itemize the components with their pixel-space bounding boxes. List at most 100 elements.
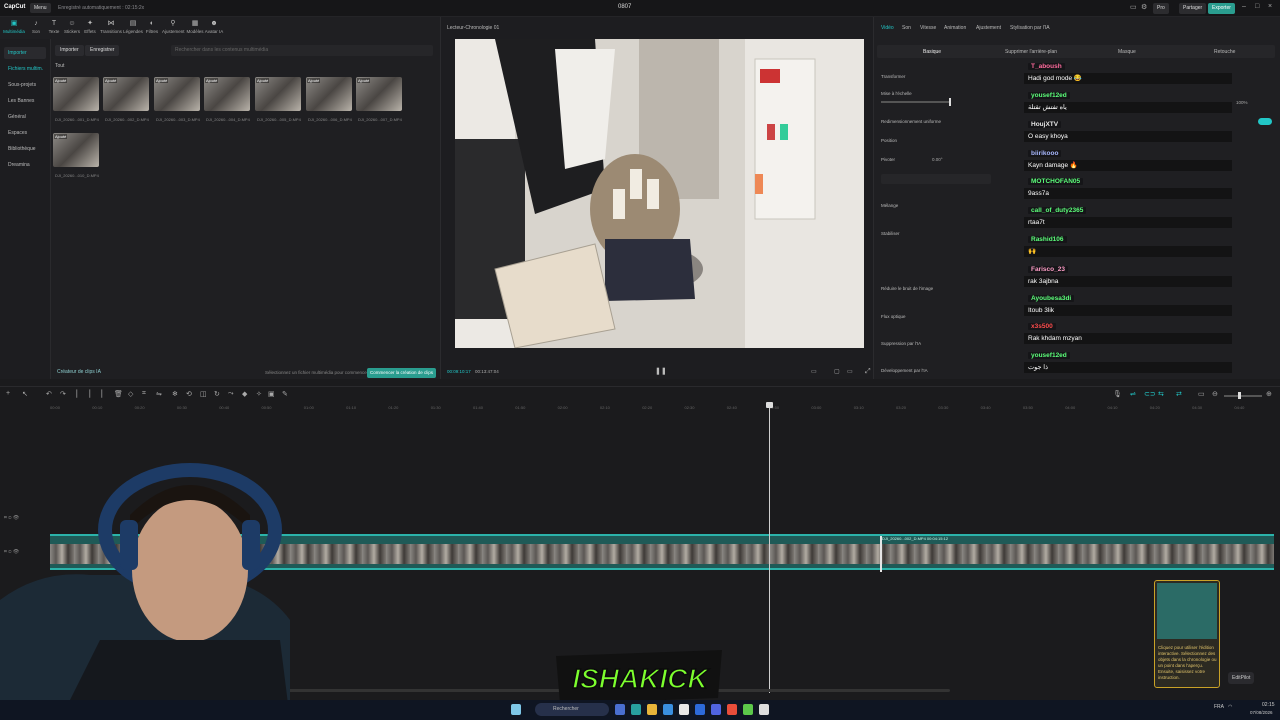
undo-icon[interactable]: ↶ — [46, 390, 52, 398]
ratio-icon[interactable]: ▭ — [811, 368, 817, 375]
tool-transitions[interactable]: ⋈ Transitions — [100, 19, 122, 34]
zoom-out-icon[interactable]: ⊖ — [1212, 390, 1218, 398]
tab-animation[interactable]: Animation — [944, 25, 966, 31]
wifi-icon[interactable]: ◠ — [1228, 704, 1232, 710]
sidebar-item-banks[interactable]: Les Bannes — [4, 95, 46, 107]
media-thumb[interactable]: Ajouté — [255, 77, 301, 111]
tool-effects[interactable]: ✦ Effets — [79, 19, 101, 34]
notepad-icon[interactable] — [679, 704, 689, 715]
chrome-icon[interactable] — [727, 704, 737, 715]
menu-button[interactable]: Menu — [30, 3, 51, 13]
speed-icon[interactable]: ⤳ — [228, 390, 234, 398]
tool-media[interactable]: ▣ Multimédia — [3, 19, 25, 34]
export-button[interactable]: Exporter — [1208, 3, 1235, 14]
redo-icon[interactable]: ↷ — [60, 390, 66, 398]
magnet-icon[interactable]: ⊂⊃ — [1144, 390, 1156, 398]
app2-icon[interactable] — [711, 704, 721, 715]
app-icon[interactable] — [663, 704, 673, 715]
taskbar-search[interactable]: Rechercher — [535, 703, 609, 716]
ratio-select-icon[interactable]: ▭ — [847, 368, 853, 375]
play-icon[interactable] — [743, 704, 753, 715]
freeze-icon[interactable]: ❄ — [172, 390, 178, 398]
scale-slider-handle[interactable] — [949, 98, 951, 106]
preview-axis-icon[interactable]: ⇆ — [1158, 390, 1164, 398]
playhead-handle[interactable] — [766, 402, 773, 408]
subtab-mask[interactable]: Masque — [1118, 47, 1136, 57]
zoom-fit-icon[interactable]: ⊕ — [1266, 390, 1272, 398]
snap-icon[interactable]: ⇄ — [1176, 390, 1182, 398]
interactive-edit-panel[interactable]: Cliquez pour utiliser l'édition interact… — [1154, 580, 1220, 688]
sidebar-item-general[interactable]: Général — [4, 111, 46, 123]
tab-video[interactable]: Vidéo — [881, 25, 894, 31]
task-view-icon[interactable] — [615, 704, 625, 715]
tool-filters[interactable]: ◐ Filtres — [141, 19, 163, 34]
media-thumb[interactable]: Ajouté — [204, 77, 250, 111]
alignment-bar[interactable] — [881, 174, 991, 184]
video-preview[interactable] — [455, 39, 864, 348]
folder-icon[interactable] — [647, 704, 657, 715]
share-button[interactable]: Partager — [1179, 3, 1207, 14]
start-clip-creation-button[interactable]: Commencer la création de clips — [367, 368, 437, 378]
tab-ai-stylize[interactable]: Stylisation par l'IA — [1010, 25, 1050, 31]
media-thumb[interactable]: Ajouté — [53, 77, 99, 111]
scale-value[interactable]: 100% — [1236, 100, 1248, 105]
language-indicator[interactable]: FRA — [1214, 704, 1224, 710]
ai-tool-icon[interactable]: ▣ — [268, 390, 275, 398]
media-thumb[interactable]: Ajouté — [356, 77, 402, 111]
pause-icon[interactable]: ❚❚ — [655, 367, 667, 375]
uniform-scale-toggle[interactable] — [1258, 118, 1272, 125]
subtab-remove-bg[interactable]: Supprimer l'arrière-plan — [1005, 47, 1057, 57]
subtab-basic[interactable]: Basique — [923, 47, 941, 57]
clock-date[interactable]: 07/08/2026 — [1250, 710, 1273, 715]
rotate-value[interactable]: 0.00° — [932, 157, 943, 162]
sidebar-item-dreamina[interactable]: Dreamina — [4, 159, 46, 171]
magic-icon[interactable]: ✎ — [282, 390, 288, 398]
media-thumb[interactable]: Ajouté — [53, 133, 99, 167]
sidebar-item-subprojects[interactable]: Sous-projets — [4, 79, 46, 91]
mic-icon[interactable]: 🎙 — [1113, 390, 1122, 398]
flip-icon[interactable]: ⇋ — [156, 390, 162, 398]
tab-speed[interactable]: Vitesse — [920, 25, 936, 31]
settings-icon[interactable]: ⚙ — [1141, 3, 1147, 11]
select-tool-icon[interactable]: ↖ — [22, 390, 28, 398]
media-thumb[interactable]: Ajouté — [306, 77, 352, 111]
subtab-retouch[interactable]: Retouche — [1214, 47, 1235, 57]
reverse-icon[interactable]: ⟲ — [186, 390, 192, 398]
maximize-icon[interactable]: □ — [1255, 3, 1259, 10]
add-icon[interactable]: + — [6, 390, 10, 397]
tool-adjust[interactable]: ⚲ Ajustement — [162, 19, 185, 34]
editpilot-button[interactable]: EditPilot — [1228, 672, 1255, 684]
import-button[interactable]: Importer — [55, 45, 84, 56]
zoom-slider[interactable] — [1224, 392, 1262, 399]
pro-button[interactable]: Pro — [1153, 3, 1169, 14]
chat-bubble-icon[interactable]: ▭ — [1198, 390, 1205, 398]
clock-time[interactable]: 02:15 — [1262, 702, 1275, 708]
split-right-icon[interactable]: ⎮ — [100, 390, 104, 398]
scale-slider[interactable] — [881, 98, 951, 106]
shield-icon[interactable]: ◇ — [128, 390, 133, 398]
media-thumb[interactable]: Ajouté — [103, 77, 149, 111]
sidebar-item-library[interactable]: Bibliothèque — [4, 143, 46, 155]
split-icon[interactable]: ⎮ — [75, 390, 79, 398]
edge-icon[interactable] — [631, 704, 641, 715]
tab-adjustment[interactable]: Ajustement — [976, 25, 1001, 31]
mirror-icon[interactable]: ◫ — [200, 390, 207, 398]
sidebar-item-media-files[interactable]: Fichiers multim. — [4, 63, 46, 75]
minimize-icon[interactable]: – — [1242, 3, 1246, 10]
capcut-icon[interactable] — [759, 704, 769, 715]
crop-tool-icon[interactable]: ⌗ — [142, 390, 146, 398]
word-icon[interactable] — [695, 704, 705, 715]
time-ruler[interactable]: 00:00 00:10 00:20 00:30 00:40 00:50 01:00 01:10… — [50, 403, 1280, 413]
fullscreen-icon[interactable]: ⤢ — [865, 368, 871, 376]
close-icon[interactable]: × — [1268, 3, 1272, 10]
record-button[interactable]: Enregistrer — [85, 45, 120, 56]
link-icon[interactable]: ⇌ — [1130, 390, 1136, 398]
crop-icon[interactable]: ▢ — [834, 368, 840, 375]
sidebar-item-import[interactable]: Importer — [4, 47, 46, 59]
zoom-slider-handle[interactable] — [1238, 392, 1241, 399]
rotate-tool-icon[interactable]: ↻ — [214, 390, 220, 398]
media-thumb[interactable]: Ajouté — [154, 77, 200, 111]
layout-icon[interactable]: ▭ — [1130, 3, 1137, 11]
tool-avatar[interactable]: ☻ Avatar IA — [203, 19, 225, 34]
clip-boundary[interactable] — [880, 536, 882, 572]
